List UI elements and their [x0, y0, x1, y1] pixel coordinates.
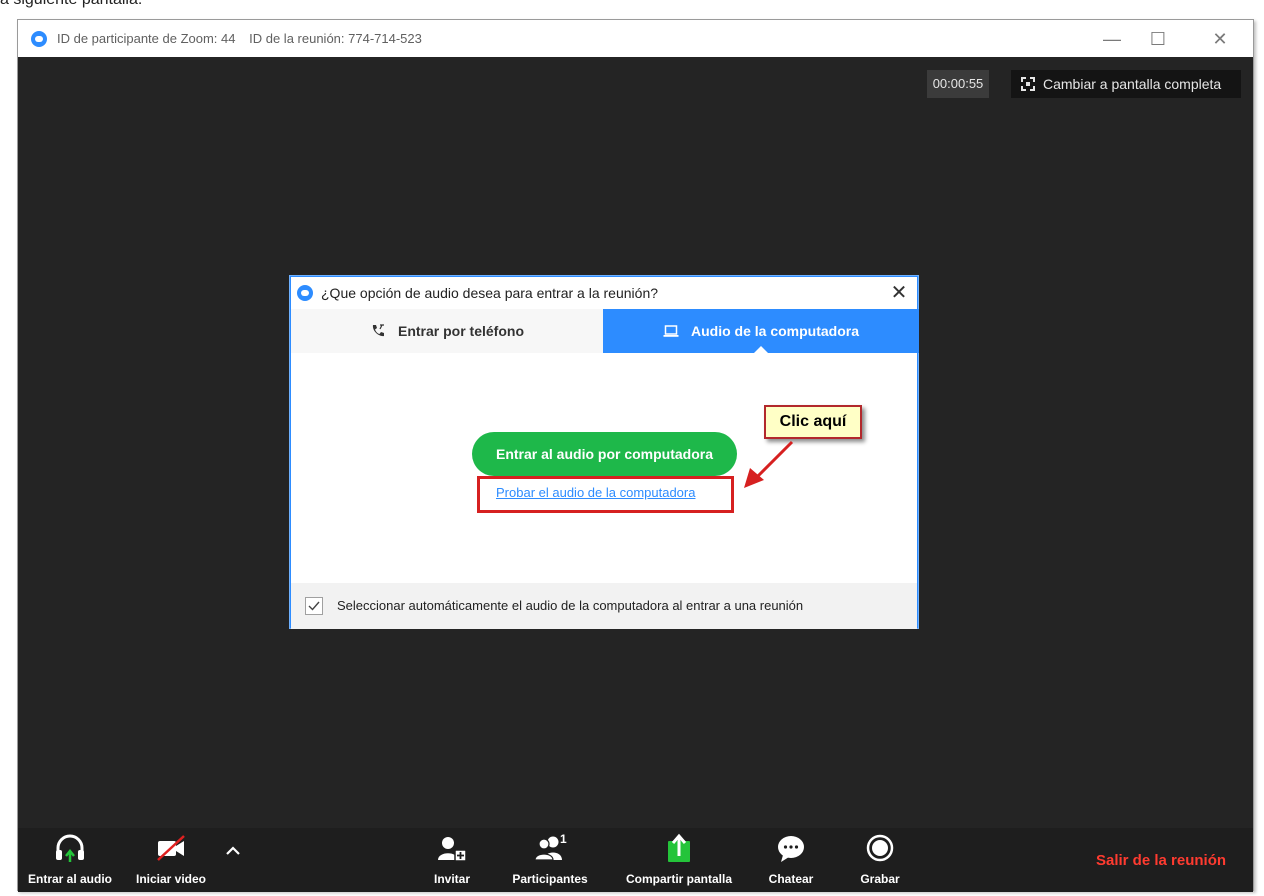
- page-caption: a siguiente pantalla:: [0, 0, 142, 9]
- tab-computer-label: Audio de la computadora: [690, 323, 859, 339]
- auto-select-audio-label: Seleccionar automáticamente el audio de …: [337, 598, 804, 613]
- join-audio-label: Entrar al audio: [27, 872, 113, 886]
- add-user-icon: [438, 837, 467, 862]
- meeting-id: ID de la reunión: 774-714-523: [249, 31, 422, 46]
- participants-label: Participantes: [512, 872, 588, 886]
- laptop-icon: [663, 325, 679, 337]
- fullscreen-icon: [1021, 77, 1035, 91]
- share-screen-label: Compartir pantalla: [625, 872, 733, 886]
- minimize-button[interactable]: —: [1089, 24, 1135, 54]
- annotation-arrow-icon: [744, 440, 794, 488]
- join-computer-audio-button[interactable]: Entrar al audio por computadora: [472, 432, 737, 476]
- share-screen-icon: [668, 833, 690, 862]
- checkmark-icon: [308, 601, 320, 611]
- zoom-logo-icon: [297, 285, 313, 301]
- meeting-toolbar: Entrar al audio Iniciar video Invitar 1 …: [18, 828, 1253, 892]
- start-video-label: Iniciar video: [135, 872, 207, 886]
- participant-id: ID de participante de Zoom: 44: [57, 31, 236, 46]
- participants-button[interactable]: 1 Participantes: [504, 828, 596, 892]
- record-label: Grabar: [860, 872, 900, 886]
- fullscreen-label: Cambiar a pantalla completa: [1043, 76, 1222, 92]
- dialog-footer: Seleccionar automáticamente el audio de …: [291, 583, 917, 629]
- auto-select-audio-checkbox[interactable]: [305, 597, 323, 615]
- annotation-highlight-box: [477, 476, 734, 513]
- share-screen-button[interactable]: Compartir pantalla: [614, 828, 744, 892]
- window-titlebar: ID de participante de Zoom: 44 ID de la …: [18, 20, 1253, 57]
- invite-label: Invitar: [433, 872, 470, 886]
- phone-icon: [372, 324, 384, 337]
- record-icon: [866, 834, 894, 862]
- window-title: ID de participante de Zoom: 44 ID de la …: [57, 31, 422, 46]
- tab-phone-label: Entrar por teléfono: [397, 323, 524, 339]
- audio-options-dialog: ¿Que opción de audio desea para entrar a…: [290, 276, 919, 629]
- tab-phone[interactable]: Entrar por teléfono: [291, 309, 603, 353]
- zoom-logo-icon: [31, 31, 47, 47]
- start-video-button[interactable]: Iniciar video: [126, 828, 216, 892]
- fullscreen-button[interactable]: Cambiar a pantalla completa: [1011, 70, 1241, 98]
- close-window-button[interactable]: ✕: [1197, 24, 1243, 54]
- dialog-titlebar: ¿Que opción de audio desea para entrar a…: [291, 277, 917, 309]
- invite-button[interactable]: Invitar: [417, 828, 487, 892]
- join-audio-button[interactable]: Entrar al audio: [18, 828, 122, 892]
- leave-meeting-button[interactable]: Salir de la reunión: [1096, 852, 1226, 869]
- dialog-title: ¿Que opción de audio desea para entrar a…: [321, 285, 659, 301]
- meeting-timer: 00:00:55: [927, 70, 989, 98]
- dialog-close-button[interactable]: ✕: [887, 281, 911, 305]
- maximize-button[interactable]: ☐: [1135, 24, 1181, 54]
- chat-button[interactable]: Chatear: [760, 828, 822, 892]
- participants-count-badge: 1: [560, 832, 567, 846]
- video-off-icon: [157, 835, 185, 861]
- chat-label: Chatear: [768, 872, 814, 886]
- chevron-up-icon[interactable]: [224, 842, 242, 860]
- tab-computer-audio[interactable]: Audio de la computadora: [603, 309, 919, 354]
- record-button[interactable]: Grabar: [850, 828, 910, 892]
- chat-bubble-icon: [778, 836, 804, 862]
- audio-tabs: Entrar por teléfono Audio de la computad…: [291, 309, 919, 354]
- headphones-icon: [56, 834, 84, 862]
